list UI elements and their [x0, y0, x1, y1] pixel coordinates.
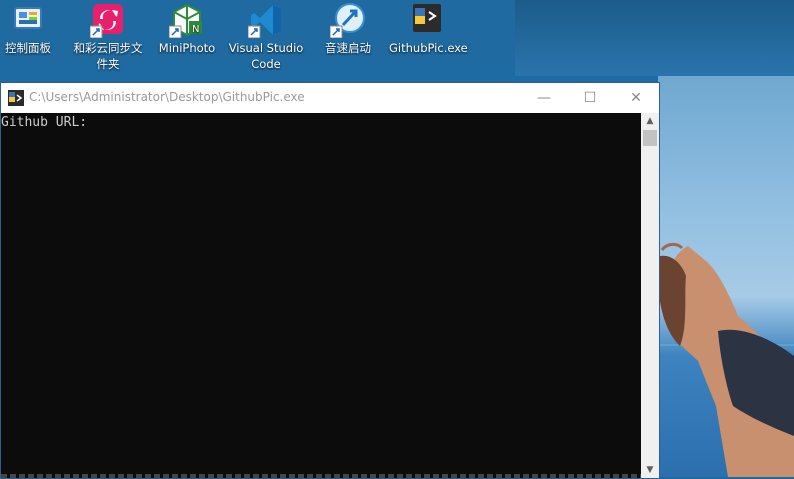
desktop-icon-hecaiyun[interactable]: 和彩云同步文件夹	[70, 2, 146, 72]
wallpaper-dark-region	[515, 0, 794, 76]
desktop-icon-label: MiniPhoto	[158, 41, 216, 55]
wallpaper-photo	[658, 76, 794, 477]
console-output[interactable]: Github URL:	[1, 113, 641, 478]
scroll-down-button[interactable]: ▼	[641, 462, 659, 478]
desktop-icon-githubpic[interactable]: GithubPic.exe	[389, 2, 468, 56]
desktop-icon-yinsu[interactable]: 音速启动	[310, 2, 386, 56]
console-bottom-text-fragment	[1, 474, 641, 478]
scroll-thumb[interactable]	[643, 130, 657, 146]
desktop-icon-miniphoto[interactable]: N MiniPhoto	[149, 2, 225, 56]
githubpic-exe-icon	[409, 2, 445, 38]
scroll-up-button[interactable]: ▲	[641, 113, 659, 129]
svg-text:N: N	[192, 24, 199, 35]
console-prompt: Github URL:	[1, 115, 88, 130]
close-button[interactable]: ✕	[613, 83, 659, 113]
console-app-icon	[8, 90, 24, 106]
miniphoto-icon: N	[168, 2, 205, 39]
vscode-icon	[247, 2, 284, 39]
desktop-icon-label: 和彩云同步文件夹	[73, 41, 143, 71]
desktop-icon-label: 音速启动	[325, 41, 371, 55]
desktop-icon-label: 控制面板	[5, 41, 51, 55]
desktop-icon-label: GithubPic.exe	[389, 41, 468, 55]
desktop-icon-control-panel[interactable]: 控制面板	[0, 2, 66, 56]
title-bar[interactable]: C:\Users\Administrator\Desktop\GithubPic…	[1, 83, 659, 113]
yinsu-launcher-icon	[329, 2, 366, 39]
desktop-icon-label: Visual Studio Code	[228, 41, 304, 71]
hecaiyun-sync-folder-icon	[89, 2, 126, 39]
minimize-button[interactable]: —	[521, 83, 567, 113]
console-window[interactable]: C:\Users\Administrator\Desktop\GithubPic…	[0, 82, 660, 479]
control-panel-icon	[10, 2, 46, 38]
window-title: C:\Users\Administrator\Desktop\GithubPic…	[29, 90, 305, 104]
vertical-scrollbar[interactable]: ▲ ▼	[641, 113, 659, 478]
woman-figure	[658, 242, 794, 477]
desktop-icon-vscode[interactable]: Visual Studio Code	[228, 2, 304, 72]
maximize-button[interactable]: ☐	[567, 83, 613, 113]
